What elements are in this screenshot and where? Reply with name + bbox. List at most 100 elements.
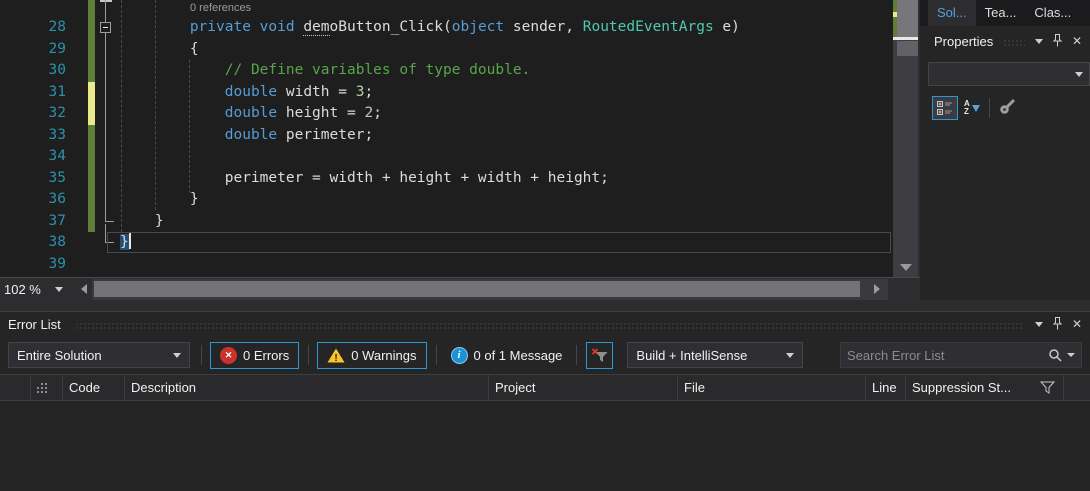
errors-toggle-button[interactable]: ✕ 0 Errors [210,342,299,369]
line-number[interactable]: 36 [0,189,66,211]
change-bar [88,0,95,17]
line-number[interactable]: 31 [0,82,66,104]
tab-solution-explorer[interactable]: Sol... [928,0,976,26]
messages-toggle-button[interactable]: i 0 of 1 Message [446,342,568,369]
properties-toolbar: AZ [932,94,1090,122]
properties-object-dropdown[interactable] [928,62,1090,86]
properties-title-bar[interactable]: Properties ✕ [920,26,1090,56]
code-lens-row[interactable]: 0 references [0,0,893,17]
code-line-37[interactable]: 37} [0,211,893,233]
messages-count-label: 0 of 1 Message [474,348,563,363]
change-bar [88,82,95,104]
line-number[interactable]: 39 [0,254,66,276]
source-filter-value: Build + IntelliSense [636,348,747,363]
zoom-level-value: 102 % [4,282,41,297]
change-bar [88,211,95,233]
line-number[interactable]: 30 [0,60,66,82]
horizontal-scrollbar-thumb[interactable] [94,281,860,297]
editor-zoom-select[interactable]: 102 % [0,278,74,300]
editor-horizontal-scrollbar[interactable] [92,279,888,300]
code-line-35[interactable]: 35perimeter = width + height + width + h… [0,168,893,190]
code-rows: 0 references 28private void demoButton_C… [0,0,893,275]
close-icon[interactable]: ✕ [1072,318,1082,330]
code-line-28[interactable]: 28private void demoButton_Click(object s… [0,17,893,39]
code-line-32[interactable]: 32double height = 2; [0,103,893,125]
clear-filters-button[interactable] [586,342,613,369]
warning-icon: ! [327,348,345,363]
tab-class-view[interactable]: Clas... [1025,0,1080,26]
code-line-31[interactable]: 31double width = 3; [0,82,893,104]
error-list-content[interactable] [0,401,1090,491]
line-number[interactable]: 35 [0,168,66,190]
funnel-icon[interactable] [1040,381,1055,394]
pin-icon[interactable] [1052,34,1063,49]
properties-panel: Sol... Tea... Clas... Properties ✕ [920,0,1090,300]
chevron-down-icon [786,353,794,358]
line-number[interactable]: 38 [0,232,66,254]
column-header-code[interactable]: Code [62,375,124,400]
column-header-suppression-state[interactable]: Suppression St... [905,375,1063,400]
change-bar [88,103,95,125]
warnings-count-label: 0 Warnings [351,348,416,363]
line-number[interactable]: 28 [0,17,66,39]
code-lens-references[interactable]: 0 references [190,2,251,14]
categorized-view-button[interactable] [932,96,958,120]
code-line-39[interactable]: 39 [0,254,893,276]
vertical-scrollbar-thumb[interactable] [897,41,918,56]
outline-margin [95,168,120,190]
column-header-project[interactable]: Project [488,375,677,400]
chevron-down-icon[interactable] [1035,39,1043,44]
close-icon[interactable]: ✕ [1072,35,1082,47]
pin-icon[interactable] [1052,317,1063,332]
properties-title: Properties [934,34,993,49]
column-header-file[interactable]: File [677,375,865,400]
grid-icon [37,383,47,393]
code-line-33[interactable]: 33double perimeter; [0,125,893,147]
header-blank-cell [0,375,30,400]
change-bar [88,146,95,168]
code-line-34[interactable]: 34 [0,146,893,168]
code-line-30[interactable]: 30// Define variables of type double. [0,60,893,82]
chevron-down-icon[interactable] [1067,353,1075,357]
scope-filter-dropdown[interactable]: Entire Solution [8,342,190,368]
chevron-down-icon [55,287,63,292]
alphabetical-sort-button[interactable]: AZ [964,100,980,116]
info-icon: i [451,347,468,364]
panel-gap [0,300,1090,311]
titlebar-drag-texture [75,322,1023,331]
column-header-description[interactable]: Description [124,375,488,400]
chevron-down-icon[interactable] [1035,322,1043,327]
scroll-left-arrow-icon[interactable] [81,284,87,294]
chevron-down-icon [173,353,181,358]
code-line-38[interactable]: 38} [0,232,893,254]
titlebar-drag-texture [1003,39,1025,48]
code-line-36[interactable]: 36} [0,189,893,211]
source-filter-dropdown[interactable]: Build + IntelliSense [627,342,803,368]
tab-team-explorer[interactable]: Tea... [976,0,1026,26]
vertical-scrollbar-thumb[interactable] [897,0,918,37]
toolbar-separator [201,345,202,365]
change-bar [88,232,95,254]
outline-margin [95,82,120,104]
code-area[interactable]: 0 references 28private void demoButton_C… [0,0,893,277]
column-header-line[interactable]: Line [865,375,905,400]
warnings-toggle-button[interactable]: ! 0 Warnings [317,342,426,369]
line-number[interactable]: 32 [0,103,66,125]
property-pages-button[interactable] [999,98,1017,119]
error-list-title-bar[interactable]: Error List ✕ [0,312,1090,336]
error-list-title: Error List [8,317,61,332]
search-input[interactable] [847,348,1048,363]
line-number[interactable]: 33 [0,125,66,147]
scroll-down-arrow-icon[interactable] [900,264,912,271]
editor-vertical-scrollbar[interactable] [893,0,918,277]
line-number[interactable]: 34 [0,146,66,168]
change-bar [88,125,95,147]
search-icon[interactable] [1048,348,1062,362]
column-header-severity[interactable] [30,375,62,400]
line-number[interactable]: 29 [0,39,66,61]
scroll-right-arrow-icon[interactable] [874,284,880,294]
code-line-29[interactable]: 29{ [0,39,893,61]
line-number[interactable]: 37 [0,211,66,233]
sort-alphabetical-icon: AZ [964,100,970,116]
change-bar [88,17,95,39]
